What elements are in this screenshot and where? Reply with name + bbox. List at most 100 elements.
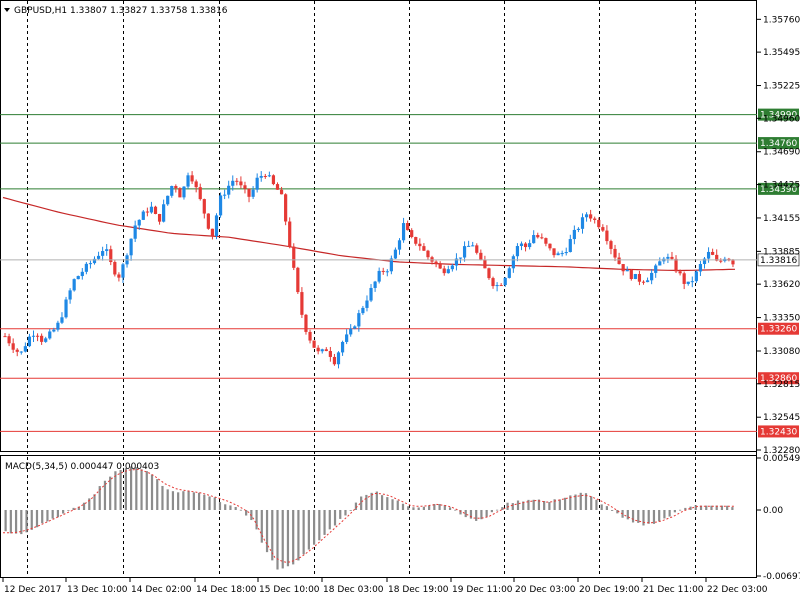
macd-bar	[182, 491, 185, 510]
candle-body	[11, 343, 15, 350]
macd-bar	[72, 507, 75, 510]
candle-body	[27, 336, 32, 347]
x-tick-label: 18 Dec 19:00	[388, 585, 449, 595]
candle-body	[467, 245, 471, 247]
candle-body	[48, 331, 52, 339]
macd-bar	[428, 505, 431, 510]
macd-bar	[543, 501, 546, 510]
candle-body	[300, 292, 304, 315]
macd-bar	[590, 496, 593, 510]
candle-body	[597, 219, 601, 228]
x-tick-label: 13 Dec 10:00	[67, 585, 128, 595]
macd-bar	[375, 491, 378, 510]
macd-y-tick-label: 0.00	[763, 506, 783, 516]
candle-body	[259, 175, 263, 178]
candle-body	[361, 307, 365, 314]
candle-body	[617, 257, 621, 265]
macd-bar	[679, 509, 682, 511]
candle-body	[88, 263, 93, 265]
macd-y-tick-label: 0.00549	[763, 454, 800, 464]
macd-bar	[658, 509, 661, 522]
macd-bar	[208, 496, 211, 510]
candle-body	[532, 235, 536, 244]
candle-body	[381, 270, 385, 272]
time-axis: 12 Dec 2017 13 Dec 10:00 14 Dec 02:00 14 De…	[2, 578, 768, 595]
candle-body	[414, 236, 418, 244]
macd-bar	[448, 507, 452, 510]
macd-bar	[276, 509, 279, 570]
candle-body	[605, 230, 609, 242]
candle-body	[365, 300, 369, 308]
macd-bar	[62, 509, 65, 514]
candle-body	[544, 238, 548, 244]
x-tick-label: 20 Dec 19:00	[579, 585, 640, 595]
macd-bar	[349, 509, 352, 511]
candle-body	[450, 265, 454, 270]
candle-body	[345, 334, 349, 342]
macd-bar	[396, 500, 399, 510]
macd-bar	[234, 507, 237, 510]
dropdown-triangle-icon[interactable]	[4, 8, 10, 12]
candle-body	[44, 338, 48, 342]
candle-body	[105, 249, 109, 252]
candle-body	[117, 274, 121, 278]
macd-bar	[485, 509, 488, 517]
vertical-grid	[27, 1, 696, 577]
candle-body	[625, 270, 629, 272]
macd-bar	[140, 469, 143, 510]
candle-body	[288, 221, 292, 247]
macd-bar	[20, 509, 23, 535]
y-tick-label: 1.33080	[763, 347, 800, 357]
macd-bar	[511, 503, 514, 510]
y-tick-label: 1.35495	[763, 48, 800, 58]
macd-bar	[631, 509, 635, 523]
macd-bar	[475, 509, 478, 521]
candle-body	[589, 214, 593, 219]
candle-body	[515, 246, 520, 257]
x-tick-label: 18 Dec 03:00	[323, 585, 384, 595]
macd-bar	[51, 509, 54, 519]
macd-bar	[642, 509, 645, 526]
macd-bar	[171, 491, 175, 510]
macd-bar	[391, 499, 394, 510]
candle-body	[560, 253, 564, 255]
x-tick-label: 14 Dec 18:00	[196, 585, 257, 595]
macd-bar	[46, 509, 49, 522]
macd-bar	[255, 509, 258, 530]
x-tick-label: 19 Dec 11:00	[452, 585, 513, 595]
candle-body	[186, 175, 190, 187]
candle-body	[96, 255, 101, 259]
candle-body	[584, 214, 589, 218]
candle-body	[336, 352, 341, 365]
candle-body	[438, 263, 442, 269]
macd-bar	[35, 509, 39, 528]
candle-body	[72, 279, 76, 291]
macd-bar	[260, 509, 263, 543]
macd-bar	[130, 466, 133, 510]
macd-bar	[4, 509, 7, 532]
candle-body	[519, 243, 524, 247]
candle-body	[198, 187, 202, 200]
candle-body	[162, 204, 166, 222]
macd-bar	[41, 509, 44, 524]
macd-bar	[307, 509, 310, 550]
candle-body	[251, 189, 255, 197]
candle-body	[153, 206, 158, 214]
y-tick-label: 1.34690	[763, 148, 800, 158]
candle-body	[166, 195, 170, 205]
candle-body	[121, 264, 125, 278]
candle-body	[35, 335, 40, 337]
candle-body	[706, 251, 711, 259]
macd-bar	[135, 467, 138, 510]
trading-chart[interactable]: 1.349901.347601.343901.332601.328601.324…	[0, 0, 800, 600]
candle-body	[633, 274, 637, 279]
candle-body	[475, 245, 479, 253]
macd-bar	[302, 509, 305, 555]
candle-body	[239, 181, 243, 186]
candle-body	[369, 287, 373, 301]
candle-body	[275, 184, 280, 190]
macd-bar	[14, 509, 18, 534]
candle-body	[645, 280, 650, 283]
candle-body	[385, 271, 389, 273]
candle-body	[235, 180, 239, 182]
